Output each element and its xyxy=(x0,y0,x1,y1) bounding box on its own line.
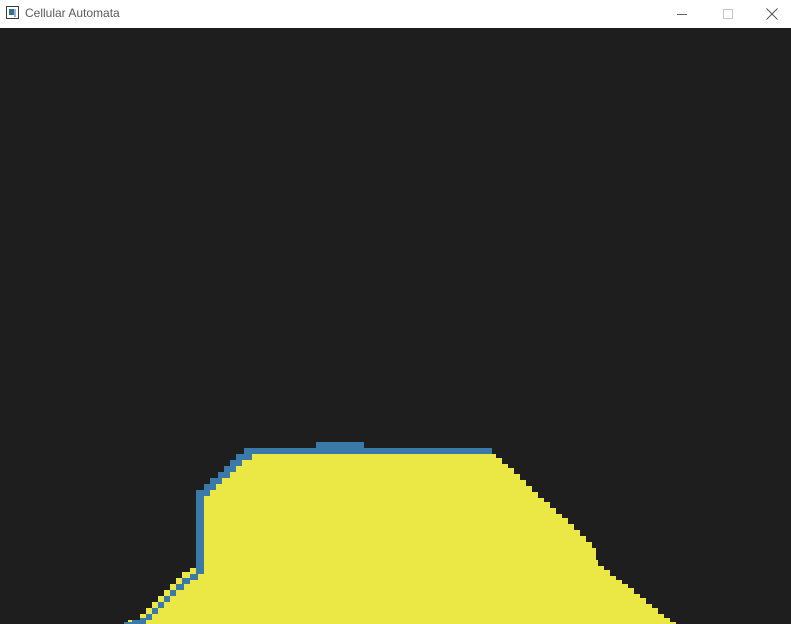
sand-pile xyxy=(124,452,684,624)
window-title: Cellular Automata xyxy=(25,6,120,20)
minimize-icon xyxy=(677,14,687,15)
app-window-icon xyxy=(6,6,19,19)
app-window: Cellular Automata xyxy=(0,0,791,624)
simulation-canvas[interactable] xyxy=(0,28,791,624)
close-button[interactable] xyxy=(749,0,791,28)
minimize-button[interactable] xyxy=(659,0,705,28)
close-icon xyxy=(766,8,778,20)
maximize-button[interactable] xyxy=(705,0,751,28)
maximize-icon xyxy=(723,9,733,19)
cell-grid xyxy=(124,442,684,624)
title-bar[interactable]: Cellular Automata xyxy=(0,0,791,28)
